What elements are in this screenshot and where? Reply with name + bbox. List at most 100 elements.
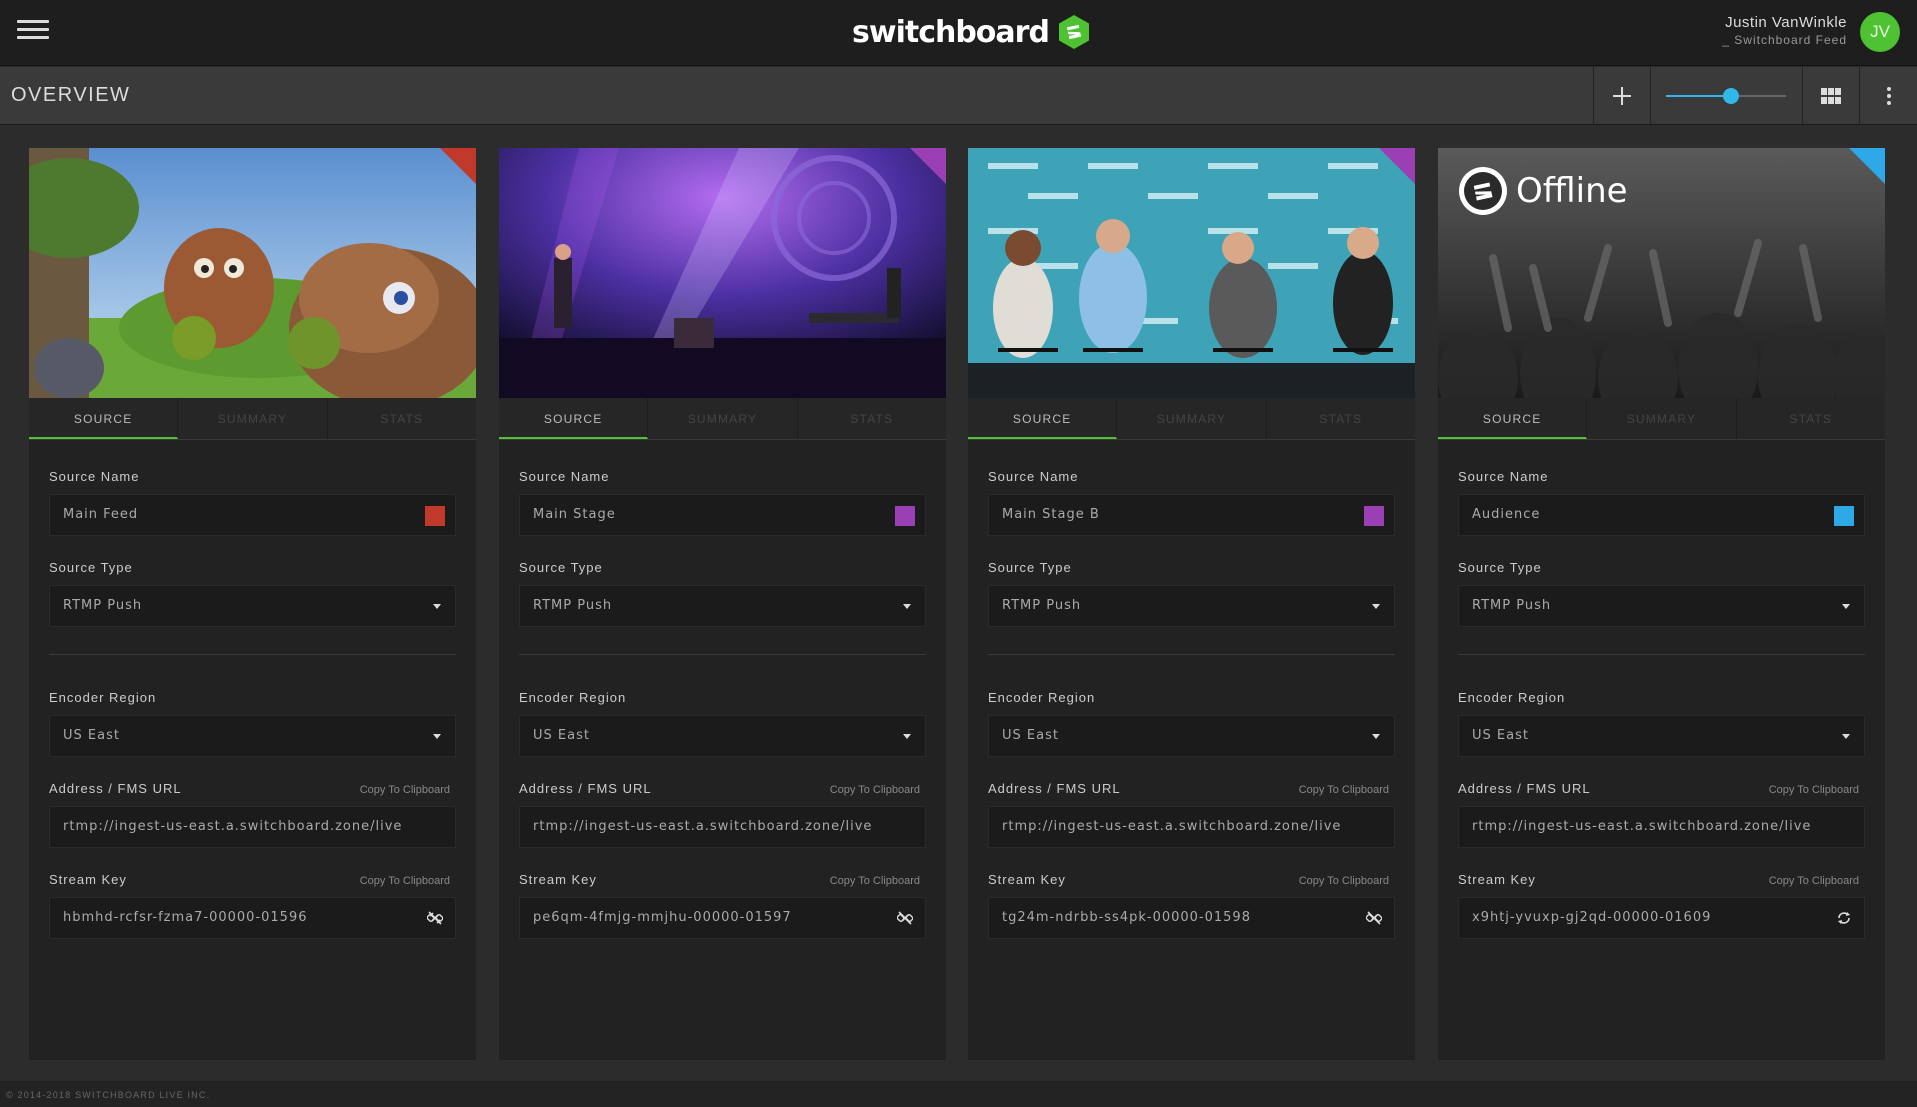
user-name: Justin VanWinkle: [1725, 14, 1847, 31]
divider: [49, 654, 456, 655]
source-type-label: Source Type: [988, 560, 1072, 575]
tab-source[interactable]: SOURCE: [1438, 398, 1588, 439]
source-type-select[interactable]: RTMP Push: [988, 585, 1395, 627]
unlink-icon[interactable]: [897, 910, 913, 926]
stream-key-label: Stream Key Copy To Clipboard: [49, 872, 456, 887]
source-thumbnail[interactable]: Offline: [1438, 148, 1885, 398]
zoom-slider-knob[interactable]: [1722, 88, 1739, 104]
copy-stream-key-link[interactable]: Copy To Clipboard: [1299, 875, 1395, 887]
encoder-region-label: Encoder Region: [988, 690, 1096, 705]
source-name-field[interactable]: Main Feed: [49, 494, 456, 536]
source-form: Source Name Audience Source Type RTMP Pu…: [1438, 469, 1885, 939]
copy-address-link[interactable]: Copy To Clipboard: [360, 784, 456, 796]
divider: [988, 654, 1395, 655]
unlink-icon[interactable]: [427, 910, 443, 926]
tab-source[interactable]: SOURCE: [968, 398, 1118, 439]
source-type-label: Source Type: [1458, 560, 1542, 575]
source-card: Offline SOURCE SUMMARY STATS Source Name…: [1438, 148, 1885, 1060]
tab-source[interactable]: SOURCE: [499, 398, 649, 439]
stream-key-field[interactable]: tg24m-ndrbb-ss4pk-00000-01598: [988, 897, 1395, 939]
copy-stream-key-link[interactable]: Copy To Clipboard: [1769, 875, 1865, 887]
status-corner: [440, 148, 476, 184]
refresh-icon[interactable]: [1836, 910, 1852, 926]
source-form: Source Name Main Stage Source Type RTMP …: [499, 469, 946, 939]
divider: [1650, 67, 1651, 125]
source-type-select[interactable]: RTMP Push: [49, 585, 456, 627]
tab-stats[interactable]: STATS: [328, 398, 476, 439]
source-type-label: Source Type: [519, 560, 603, 575]
stream-key-field[interactable]: pe6qm-4fmjg-mmjhu-00000-01597: [519, 897, 926, 939]
status-corner: [910, 148, 946, 184]
copy-stream-key-link[interactable]: Copy To Clipboard: [830, 875, 926, 887]
encoder-region-label: Encoder Region: [49, 690, 157, 705]
more-options-button[interactable]: [1860, 67, 1917, 125]
chevron-down-icon: [433, 734, 441, 739]
chevron-down-icon: [1842, 604, 1850, 609]
source-thumbnail[interactable]: [29, 148, 476, 398]
avatar[interactable]: JV: [1860, 12, 1900, 52]
video-preview: [29, 148, 476, 398]
stream-key-field[interactable]: x9htj-yvuxp-gj2qd-00000-01609: [1458, 897, 1865, 939]
address-label: Address / FMS URL Copy To Clipboard: [519, 781, 926, 796]
card-tabs: SOURCE SUMMARY STATS: [1438, 398, 1885, 440]
tab-stats[interactable]: STATS: [798, 398, 946, 439]
color-swatch[interactable]: [1364, 506, 1384, 526]
stream-key-field[interactable]: hbmhd-rcfsr-fzma7-00000-01596: [49, 897, 456, 939]
address-field[interactable]: rtmp://ingest-us-east.a.switchboard.zone…: [49, 806, 456, 848]
chevron-down-icon: [903, 604, 911, 609]
encoder-region-select[interactable]: US East: [49, 715, 456, 757]
header-bar: OVERVIEW: [0, 67, 1917, 125]
top-bar: switchboard Justin VanWinkle _ Switchboa…: [0, 0, 1917, 66]
encoder-region-select[interactable]: US East: [988, 715, 1395, 757]
color-swatch[interactable]: [1834, 506, 1854, 526]
address-label: Address / FMS URL Copy To Clipboard: [988, 781, 1395, 796]
address-label: Address / FMS URL Copy To Clipboard: [49, 781, 456, 796]
source-name-label: Source Name: [1458, 469, 1549, 484]
tab-summary[interactable]: SUMMARY: [178, 398, 328, 439]
tab-stats[interactable]: STATS: [1737, 398, 1885, 439]
source-type-select[interactable]: RTMP Push: [1458, 585, 1865, 627]
copy-address-link[interactable]: Copy To Clipboard: [830, 784, 926, 796]
color-swatch[interactable]: [425, 506, 445, 526]
copy-address-link[interactable]: Copy To Clipboard: [1769, 784, 1865, 796]
status-corner: [1379, 148, 1415, 184]
source-card: SOURCE SUMMARY STATS Source Name Main St…: [499, 148, 946, 1060]
encoder-region-select[interactable]: US East: [519, 715, 926, 757]
encoder-region-label: Encoder Region: [519, 690, 627, 705]
source-thumbnail[interactable]: [499, 148, 946, 398]
grid-view-button[interactable]: [1803, 67, 1859, 125]
page-title: OVERVIEW: [11, 84, 131, 106]
tab-summary[interactable]: SUMMARY: [648, 398, 798, 439]
source-thumbnail[interactable]: [968, 148, 1415, 398]
video-preview: [499, 148, 946, 398]
source-card: SOURCE SUMMARY STATS Source Name Main Fe…: [29, 148, 476, 1060]
stream-key-label: Stream Key Copy To Clipboard: [1458, 872, 1865, 887]
source-name-field[interactable]: Main Stage B: [988, 494, 1395, 536]
source-name-field[interactable]: Audience: [1458, 494, 1865, 536]
switchboard-logo-icon: [1058, 15, 1089, 49]
copy-stream-key-link[interactable]: Copy To Clipboard: [360, 875, 456, 887]
encoder-region-select[interactable]: US East: [1458, 715, 1865, 757]
tab-summary[interactable]: SUMMARY: [1587, 398, 1737, 439]
hamburger-menu-icon[interactable]: [17, 20, 49, 44]
tab-summary[interactable]: SUMMARY: [1117, 398, 1267, 439]
user-info[interactable]: Justin VanWinkle _ Switchboard Feed: [1722, 14, 1847, 47]
logo[interactable]: switchboard: [852, 12, 1091, 52]
status-corner: [1849, 148, 1885, 184]
color-swatch[interactable]: [895, 506, 915, 526]
address-field[interactable]: rtmp://ingest-us-east.a.switchboard.zone…: [1458, 806, 1865, 848]
tab-source[interactable]: SOURCE: [29, 398, 179, 439]
tab-stats[interactable]: STATS: [1267, 398, 1415, 439]
copy-address-link[interactable]: Copy To Clipboard: [1299, 784, 1395, 796]
unlink-icon[interactable]: [1366, 910, 1382, 926]
source-name-label: Source Name: [988, 469, 1079, 484]
user-subtitle: _ Switchboard Feed: [1722, 33, 1847, 47]
zoom-slider[interactable]: [1666, 88, 1786, 104]
address-field[interactable]: rtmp://ingest-us-east.a.switchboard.zone…: [988, 806, 1395, 848]
source-name-field[interactable]: Main Stage: [519, 494, 926, 536]
offline-label: Offline: [1458, 166, 1628, 216]
card-tabs: SOURCE SUMMARY STATS: [499, 398, 946, 440]
address-field[interactable]: rtmp://ingest-us-east.a.switchboard.zone…: [519, 806, 926, 848]
source-type-select[interactable]: RTMP Push: [519, 585, 926, 627]
add-source-button[interactable]: [1594, 67, 1650, 125]
